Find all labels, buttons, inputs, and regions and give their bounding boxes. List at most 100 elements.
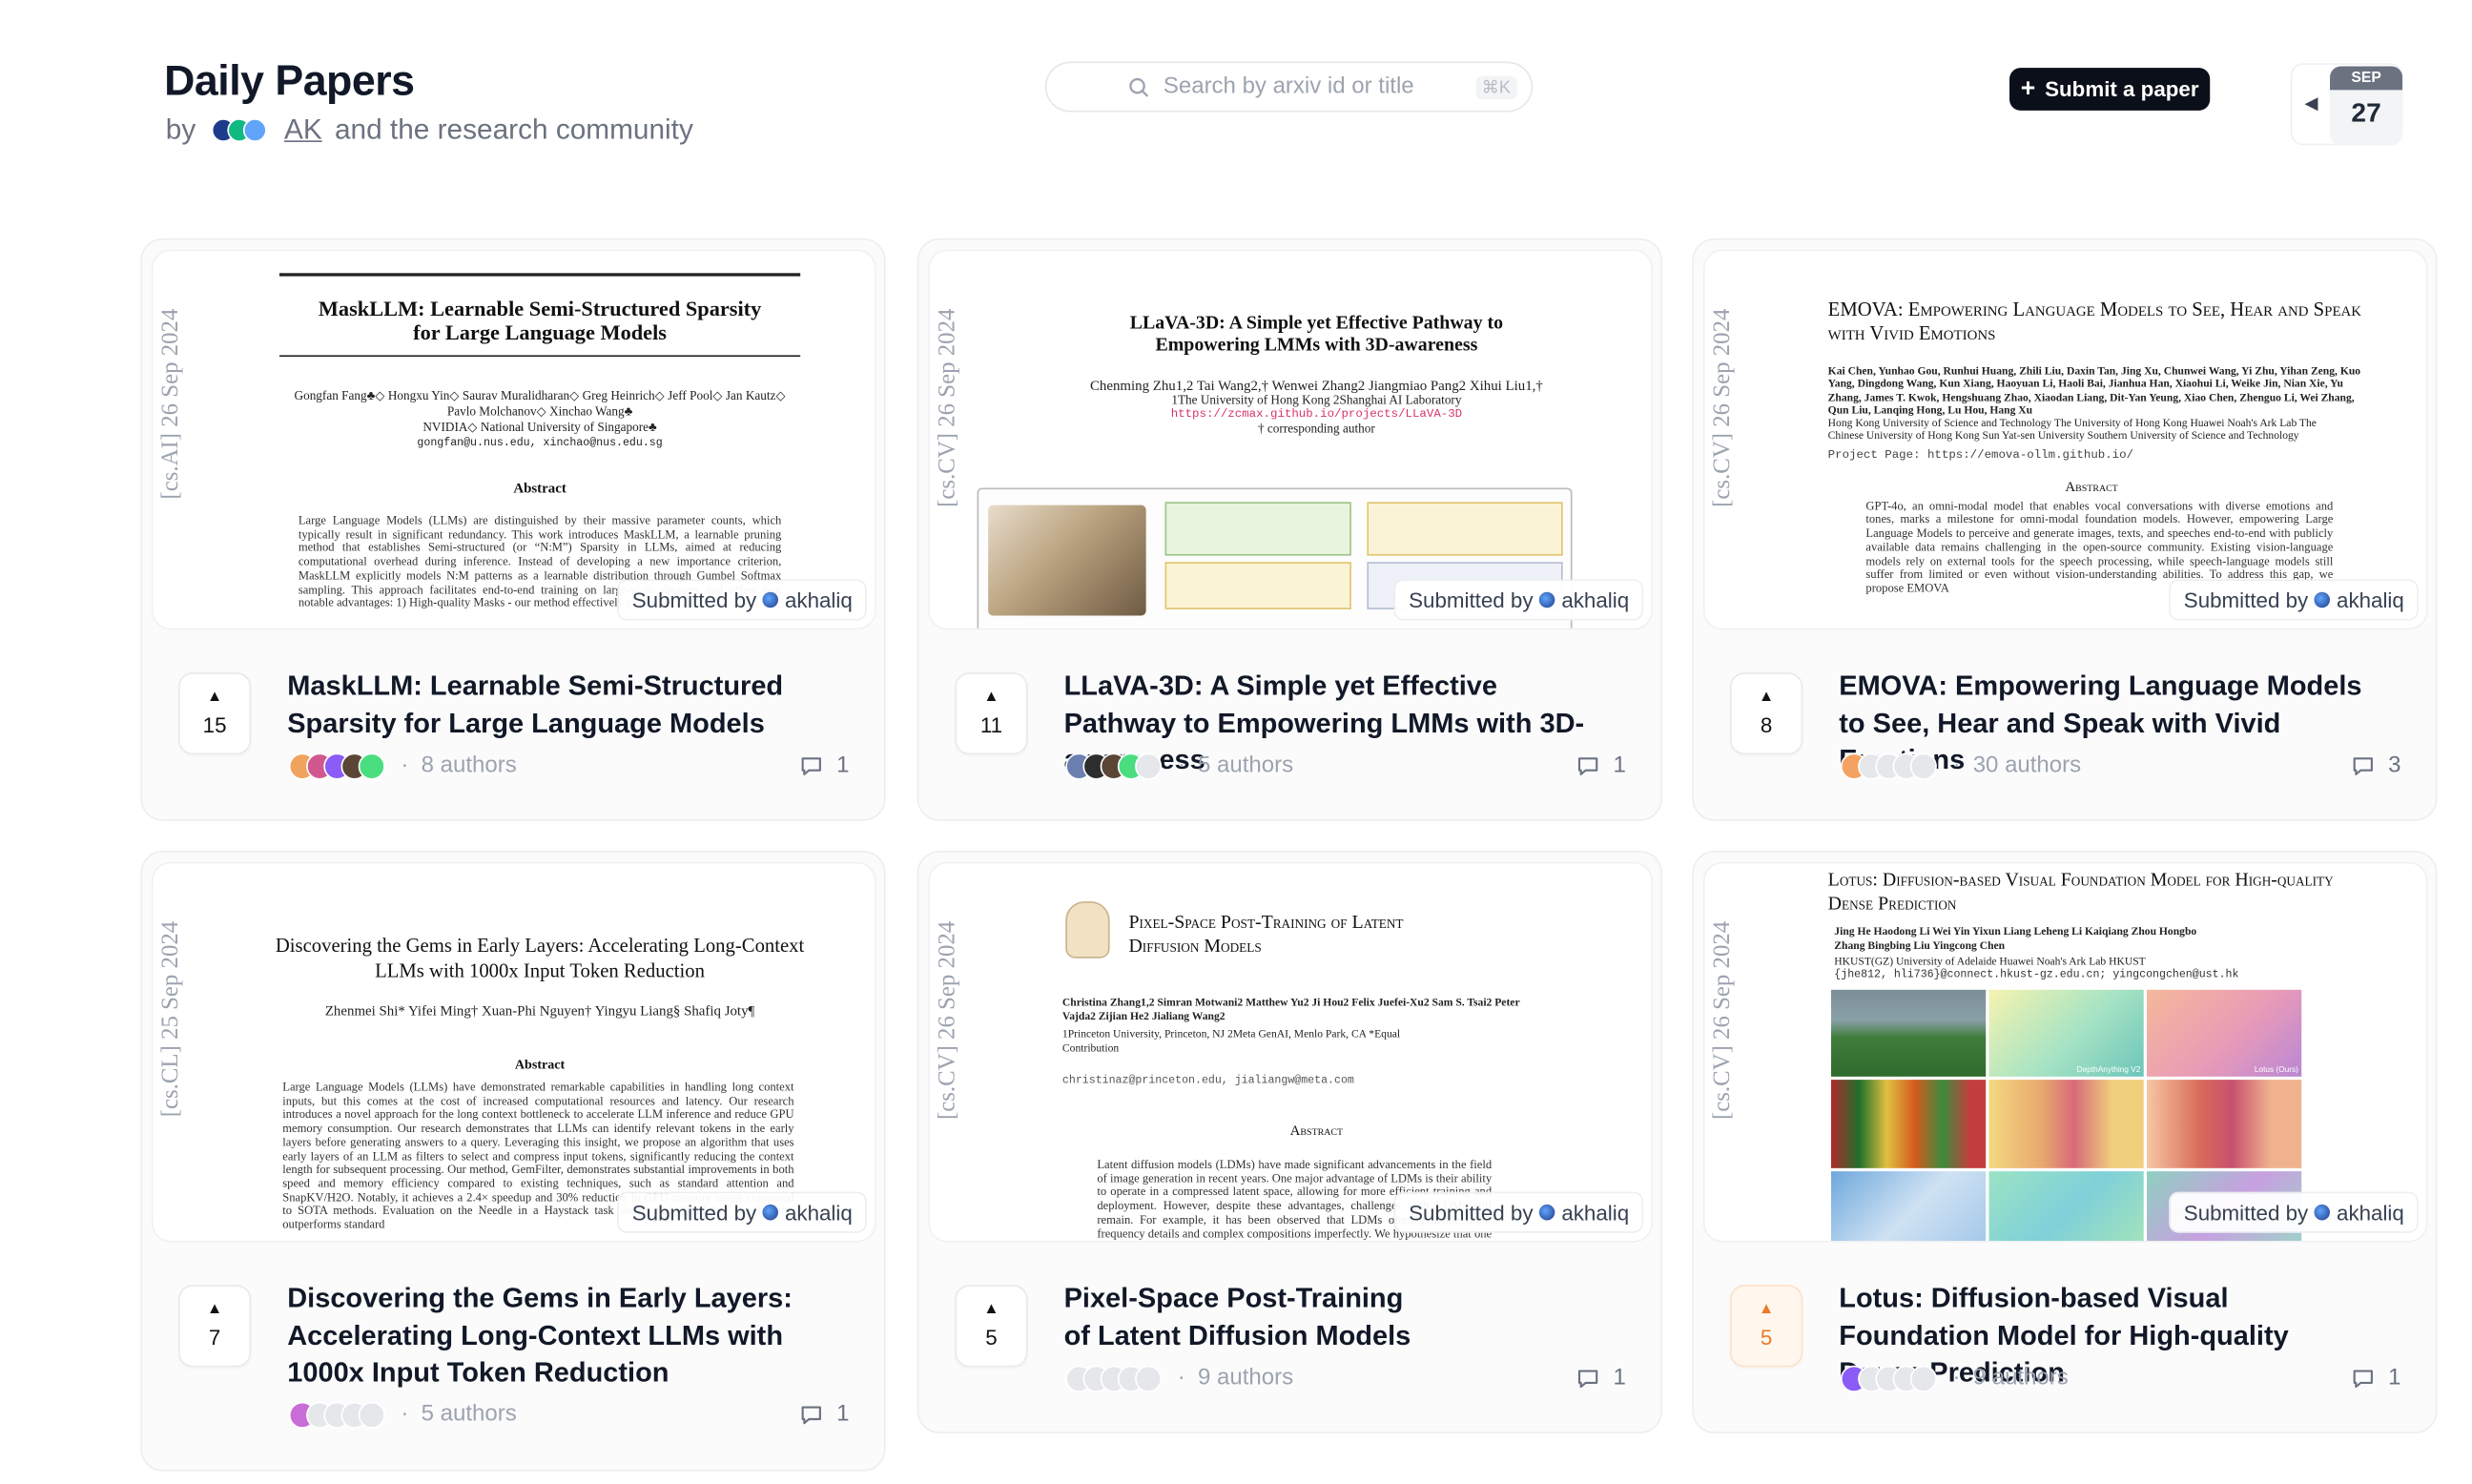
submitter-name: akhaliq	[784, 587, 853, 612]
upvote-count: 11	[979, 713, 1003, 737]
preview-authors: Zhenmei Shi* Yifei Ming† Xuan-Phi Nguyen…	[324, 1002, 755, 1019]
submit-paper-button[interactable]: + Submit a paper	[2009, 68, 2211, 111]
preview-affiliations: NVIDIA◇ National University of Singapore…	[422, 420, 657, 435]
submitted-by-label: Submitted by	[631, 1200, 757, 1225]
author-avatars	[288, 1400, 385, 1429]
submitter-avatar	[1539, 1204, 1555, 1221]
comment-count: 3	[2388, 752, 2401, 778]
upvote-arrow-icon: ▲	[1758, 688, 1775, 706]
paper-preview: LLaVA-3D: A Simple yet Effective Pathway…	[977, 251, 1640, 629]
author-count[interactable]: 8 authors	[422, 753, 517, 778]
submitted-by-badge[interactable]: Submitted by akhaliq	[619, 1193, 866, 1232]
paper-card[interactable]: [cs.CV] 26 Sep 2024 EMOVA: Empowering La…	[1692, 237, 2438, 821]
figure-tile: DepthAnything V2	[1988, 989, 2144, 1078]
paper-meta: · 5 authors 1	[288, 1400, 849, 1429]
paper-meta: · 30 authors 3	[1840, 752, 2401, 780]
submitted-by-badge[interactable]: Submitted by akhaliq	[2171, 1193, 2418, 1232]
comments-link[interactable]: 1	[800, 753, 849, 778]
upvote-arrow-icon: ▲	[983, 688, 999, 706]
figure-box	[1367, 502, 1563, 556]
upvote-count: 5	[985, 1326, 998, 1350]
submitted-by-badge[interactable]: Submitted by akhaliq	[1395, 581, 1642, 619]
submitter-name: akhaliq	[1561, 1200, 1630, 1225]
paper-preview: Lotus: Diffusion-based Visual Foundation…	[1768, 863, 2416, 1241]
upvote-button[interactable]: ▲ 8	[1730, 672, 1803, 755]
upvote-arrow-icon: ▲	[206, 688, 223, 706]
author-link-ak[interactable]: AK	[284, 113, 322, 147]
preview-affiliations: 1The University of Hong Kong 2Shanghai A…	[1171, 393, 1462, 408]
arxiv-stamp: [cs.CV] 26 Sep 2024	[935, 308, 961, 507]
author-count[interactable]: 9 authors	[1973, 1366, 2069, 1391]
comment-icon	[1577, 756, 1598, 775]
upvote-count: 7	[208, 1326, 221, 1350]
upvote-button[interactable]: ▲ 15	[178, 672, 252, 755]
upvote-count: 15	[202, 713, 227, 737]
comments-link[interactable]: 1	[2352, 1365, 2401, 1391]
comment-count: 1	[2388, 1365, 2401, 1391]
submit-paper-label: Submit a paper	[2045, 77, 2199, 101]
submitter-name: akhaliq	[2337, 1200, 2404, 1225]
author-count[interactable]: 5 authors	[422, 1402, 517, 1427]
figure-tile: Lotus (Ours)	[2147, 989, 2302, 1078]
arxiv-stamp: [cs.AI] 26 Sep 2024	[158, 308, 184, 500]
submitted-by-label: Submitted by	[2183, 587, 2309, 612]
comments-link[interactable]: 1	[800, 1402, 849, 1427]
arxiv-stamp: [cs.CV] 26 Sep 2024	[935, 920, 961, 1121]
preview-abstract-heading: Abstract	[1289, 1122, 1344, 1139]
preview-title: Discovering the Gems in Early Layers: Ac…	[275, 934, 805, 982]
paper-card[interactable]: [cs.CV] 26 Sep 2024 Lotus: Diffusion-bas…	[1692, 851, 2438, 1433]
preview-abstract-heading: Abstract	[2065, 478, 2118, 494]
previous-day-icon[interactable]: ◀	[2305, 93, 2318, 113]
calendar-icon: SEP 27	[2330, 66, 2403, 146]
title-rule	[278, 355, 801, 358]
paper-card[interactable]: [cs.CV] 26 Sep 2024 LLaVA-3D: A Simple y…	[917, 237, 1662, 821]
submitted-by-badge[interactable]: Submitted by akhaliq	[619, 581, 866, 619]
preview-abstract-heading: Abstract	[513, 480, 566, 496]
upvote-button[interactable]: ▲ 11	[955, 672, 1028, 755]
upvote-button[interactable]: ▲ 5	[955, 1285, 1028, 1368]
upvote-button[interactable]: ▲ 7	[178, 1285, 252, 1368]
paper-thumbnail[interactable]: [cs.CL] 25 Sep 2024 Discovering the Gems…	[151, 861, 876, 1243]
paper-thumbnail[interactable]: [cs.CV] 26 Sep 2024 Lotus: Diffusion-bas…	[1702, 861, 2428, 1243]
paper-title[interactable]: MaskLLM: Learnable Semi-Structured Spars…	[287, 668, 824, 742]
author-count[interactable]: 9 authors	[1198, 1366, 1293, 1391]
paper-thumbnail[interactable]: [cs.CV] 26 Sep 2024 Pixel-Space Post-Tra…	[928, 861, 1653, 1243]
upvote-count: 5	[1760, 1326, 1773, 1350]
search-input[interactable]: Search by arxiv id or title ⌘K	[1044, 61, 1534, 113]
search-shortcut: ⌘K	[1475, 74, 1517, 99]
submitted-by-label: Submitted by	[2183, 1200, 2309, 1225]
submitted-by-label: Submitted by	[631, 587, 757, 612]
paper-thumbnail[interactable]: [cs.AI] 26 Sep 2024 MaskLLM: Learnable S…	[151, 249, 876, 630]
author-avatars	[1065, 1364, 1163, 1392]
figure-box	[1164, 502, 1351, 556]
paper-thumbnail[interactable]: [cs.CV] 26 Sep 2024 EMOVA: Empowering La…	[1702, 249, 2428, 630]
preview-authors: Christina Zhang1,2 Simran Motwani2 Matth…	[1061, 996, 1520, 1023]
paper-card[interactable]: [cs.CL] 25 Sep 2024 Discovering the Gems…	[140, 851, 886, 1472]
preview-authors: Gongfan Fang♣◇ Hongxu Yin◇ Saurav Murali…	[294, 388, 786, 419]
upvote-button[interactable]: ▲ 5	[1730, 1285, 1803, 1368]
search-icon	[1129, 77, 1149, 97]
comments-link[interactable]: 1	[1576, 1366, 1626, 1391]
submitter-name: akhaliq	[1561, 587, 1630, 612]
paper-card[interactable]: [cs.AI] 26 Sep 2024 MaskLLM: Learnable S…	[140, 237, 886, 821]
arxiv-stamp: [cs.CL] 25 Sep 2024	[158, 920, 184, 1118]
upvote-arrow-icon: ▲	[206, 1300, 223, 1319]
comments-link[interactable]: 3	[2352, 752, 2401, 778]
paper-thumbnail[interactable]: [cs.CV] 26 Sep 2024 LLaVA-3D: A Simple y…	[928, 249, 1653, 630]
submitted-by-badge[interactable]: Submitted by akhaliq	[2171, 581, 2418, 619]
preview-affiliations: 1Princeton University, Princeton, NJ 2Me…	[1061, 1027, 1401, 1055]
date-picker[interactable]: ◀ SEP 27	[2290, 63, 2403, 146]
comments-link[interactable]: 1	[1576, 753, 1626, 778]
figure-scene	[988, 505, 1146, 616]
preview-abstract-heading: Abstract	[514, 1056, 566, 1072]
author-count[interactable]: 5 authors	[1198, 753, 1293, 778]
preview-title: MaskLLM: Learnable Semi-Structured Spars…	[318, 297, 762, 344]
submitted-by-badge[interactable]: Submitted by akhaliq	[1395, 1193, 1642, 1232]
submitter-avatar	[762, 1204, 779, 1221]
paper-title[interactable]: Discovering the Gems in Early Layers: Ac…	[287, 1280, 793, 1391]
paper-title[interactable]: Pixel-Space Post-Training of Latent Diff…	[1064, 1280, 1428, 1354]
page-title: Daily Papers	[164, 56, 415, 105]
submitter-avatar	[1539, 591, 1555, 608]
author-count[interactable]: 30 authors	[1973, 753, 2081, 778]
paper-card[interactable]: [cs.CV] 26 Sep 2024 Pixel-Space Post-Tra…	[917, 851, 1662, 1433]
